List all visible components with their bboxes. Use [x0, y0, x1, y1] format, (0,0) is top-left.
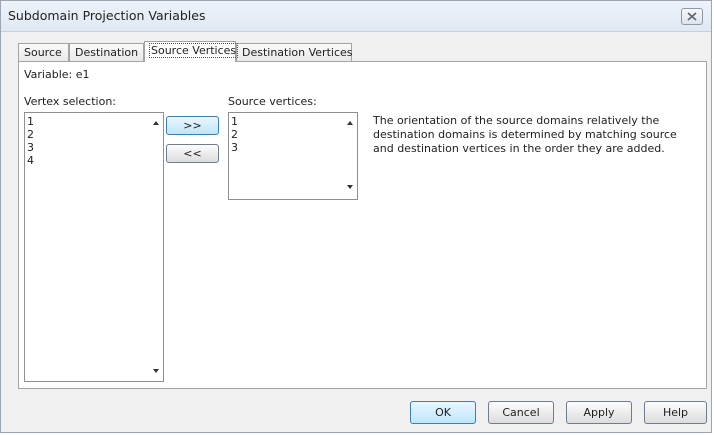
tab-label: Destination [75, 46, 139, 59]
list-item[interactable]: 2 [27, 128, 34, 141]
list-item[interactable]: 3 [231, 141, 238, 154]
source-vertices-label: Source vertices: [228, 95, 317, 108]
list-item[interactable]: 4 [27, 154, 34, 167]
variable-label: Variable: e1 [24, 68, 90, 81]
tab-source[interactable]: Source [18, 43, 69, 61]
tab-destination[interactable]: Destination [69, 43, 144, 61]
vertex-selection-label: Vertex selection: [24, 95, 117, 108]
source-vertices-list[interactable]: 1 2 3 [228, 112, 358, 200]
list-item[interactable]: 1 [231, 115, 238, 128]
cancel-button[interactable]: Cancel [488, 401, 554, 424]
orientation-note: The orientation of the source domains re… [373, 114, 677, 155]
add-vertex-button[interactable]: >> [166, 116, 219, 135]
scroll-up-arrow-icon[interactable] [347, 121, 353, 125]
list-item[interactable]: 2 [231, 128, 238, 141]
tab-destination-vertices[interactable]: Destination Vertices [236, 43, 353, 61]
close-icon [687, 12, 697, 21]
tab-label: Destination Vertices [242, 46, 353, 59]
window-title: Subdomain Projection Variables [8, 8, 206, 23]
title-bar: Subdomain Projection Variables [1, 1, 711, 32]
ok-button[interactable]: OK [410, 401, 476, 424]
vertex-selection-list[interactable]: 1 2 3 4 [24, 112, 164, 382]
tab-label: Source [24, 46, 62, 59]
scroll-down-arrow-icon[interactable] [347, 185, 353, 189]
list-item[interactable]: 3 [27, 141, 34, 154]
remove-vertex-button[interactable]: << [166, 144, 219, 163]
tab-panel: Variable: e1 Vertex selection: Source ve… [18, 61, 707, 389]
tab-label: Source Vertices [148, 43, 239, 58]
tab-source-vertices[interactable]: Source Vertices [144, 41, 239, 62]
scroll-down-arrow-icon[interactable] [153, 369, 159, 373]
apply-button[interactable]: Apply [566, 401, 632, 424]
help-button[interactable]: Help [644, 401, 707, 424]
dialog-window: Subdomain Projection Variables Source De… [0, 0, 712, 433]
close-button[interactable] [681, 8, 703, 25]
list-item[interactable]: 1 [27, 115, 34, 128]
scroll-up-arrow-icon[interactable] [153, 121, 159, 125]
